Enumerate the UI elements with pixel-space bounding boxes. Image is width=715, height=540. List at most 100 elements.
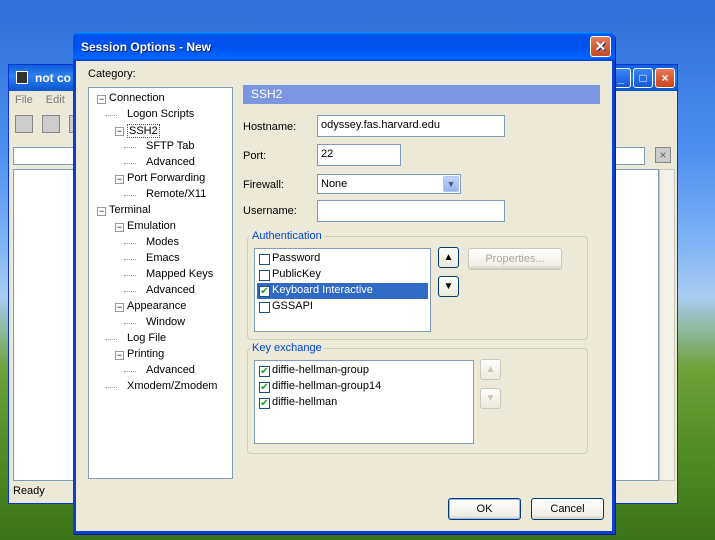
port-label: Port: [243,150,267,162]
authentication-list[interactable]: Password PublicKey ✔ Keyboard Interactive GS… [254,248,431,332]
move-up-button[interactable]: ▲ [438,247,459,268]
tree-connector [105,387,117,388]
chevron-down-icon[interactable]: ▼ [443,176,459,192]
tree-connector [124,243,136,244]
background-title: not co [35,71,71,85]
port-input[interactable]: 22 [317,144,401,166]
panel-title: SSH2 [243,85,600,104]
down-arrow-icon: ▼ [485,393,496,404]
category-tree[interactable]: − Connection Logon Scripts − SSH2 SFTP Tab Adv… [88,87,233,479]
checkbox[interactable]: ✔ [259,398,270,409]
status-text: Ready [13,485,45,497]
quick-connect-icon[interactable] [42,115,61,133]
ok-button[interactable]: OK [448,498,521,520]
checkbox[interactable]: ✔ [259,366,270,377]
close-icon[interactable]: ✕ [590,36,611,57]
tree-item-label: Xmodem/Zmodem [127,380,218,392]
properties-button[interactable]: Properties... [468,248,562,270]
firewall-value: None [321,178,348,190]
tree-collapse-icon[interactable]: − [115,351,124,360]
tree-connector [124,195,136,196]
tree-connector [124,259,136,260]
auth-item-label: GSSAPI [272,300,313,312]
dialog-title-bar[interactable]: Session Options - New ✕ [73,32,615,61]
username-label: Username: [243,205,297,217]
tree-collapse-icon[interactable]: − [115,223,124,232]
close-icon[interactable]: × [655,68,675,88]
username-input[interactable] [317,200,505,222]
kex-move-down-button[interactable]: ▼ [480,388,501,409]
tree-connector [124,323,136,324]
tree-item-label: SSH2 [127,124,160,138]
session-options-dialog[interactable]: Session Options - New ✕ Category: − Conne… [73,32,615,534]
auth-item[interactable]: PublicKey [257,267,428,283]
tree-item-label: Advanced [146,284,195,296]
tree-connector [124,147,136,148]
tree-item-label: Modes [146,236,180,248]
tree-item-label: SFTP Tab [146,140,195,152]
kex-item-label: diffie-hellman-group [272,364,370,376]
tree-item-label: Emacs [146,252,180,264]
tree-item-label: Printing [127,348,165,360]
menu-file[interactable]: File [15,94,33,106]
up-arrow-icon: ▲ [443,252,454,263]
kex-item[interactable]: ✔ diffie-hellman-group14 [257,379,471,395]
firewall-label: Firewall: [243,179,284,191]
firewall-select[interactable]: None ▼ [317,174,461,194]
cancel-button[interactable]: Cancel [531,498,604,520]
tree-item-label: Log File [127,332,167,344]
tree-collapse-icon[interactable]: − [115,127,124,136]
auth-item-label: Password [272,252,321,264]
kex-move-up-button[interactable]: ▲ [480,359,501,380]
close-bar-icon[interactable]: × [655,147,671,163]
tree-connector [124,291,136,292]
tree-item-label: Mapped Keys [146,268,214,280]
tree-collapse-icon[interactable]: − [97,207,106,216]
tree-collapse-icon[interactable]: − [115,303,124,312]
tree-item-label: Logon Scripts [127,108,195,120]
tree-item-label: Window [146,316,186,328]
tree-item-label: Appearance [127,300,187,312]
tree-item-label: Emulation [127,220,176,232]
hostname-label: Hostname: [243,121,297,133]
kex-item-label: diffie-hellman [272,396,338,408]
menu-edit[interactable]: Edit [46,94,65,106]
dialog-title: Session Options - New [81,40,212,54]
tree-item-label: Advanced [146,156,195,168]
tree-connector [105,339,117,340]
down-arrow-icon: ▼ [443,281,454,292]
checkbox[interactable] [259,254,270,265]
auth-item-label: Keyboard Interactive [272,284,373,296]
up-arrow-icon: ▲ [485,364,496,375]
tree-item-label: Remote/X11 [146,188,207,200]
key-exchange-group-title: Key exchange [250,342,324,354]
app-icon [16,71,28,84]
connect-icon[interactable] [15,115,33,133]
maximize-icon[interactable]: □ [633,68,653,88]
tree-connector [124,163,136,164]
authentication-group-title: Authentication [250,230,324,242]
auth-item-label: PublicKey [272,268,321,280]
auth-item[interactable]: ✔ Keyboard Interactive [257,283,428,299]
tree-item-label: Advanced [146,364,195,376]
tree-connector [124,275,136,276]
checkbox[interactable] [259,302,270,313]
move-down-button[interactable]: ▼ [438,276,459,297]
tree-connector [124,371,136,372]
tree-item-label: Port Forwarding [127,172,206,184]
key-exchange-list[interactable]: ✔ diffie-hellman-group ✔ diffie-hellman-gro… [254,360,474,444]
tree-collapse-icon[interactable]: − [97,95,106,104]
checkbox[interactable]: ✔ [259,286,270,297]
auth-item[interactable]: GSSAPI [257,299,428,315]
kex-item-label: diffie-hellman-group14 [272,380,382,392]
category-label: Category: [88,68,136,80]
auth-item[interactable]: Password [257,251,428,267]
kex-item[interactable]: ✔ diffie-hellman [257,395,471,411]
hostname-input[interactable]: odyssey.fas.harvard.edu [317,115,505,137]
vertical-scrollbar[interactable] [659,169,675,481]
checkbox[interactable] [259,270,270,281]
tree-collapse-icon[interactable]: − [115,175,124,184]
checkbox[interactable]: ✔ [259,382,270,393]
tree-item-label: Connection [109,92,165,104]
kex-item[interactable]: ✔ diffie-hellman-group [257,363,471,379]
